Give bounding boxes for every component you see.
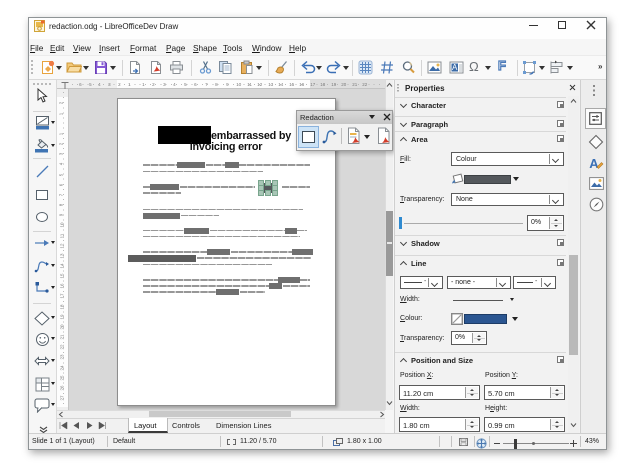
svg-text:A: A xyxy=(589,156,599,171)
svg-text:A: A xyxy=(452,63,458,72)
